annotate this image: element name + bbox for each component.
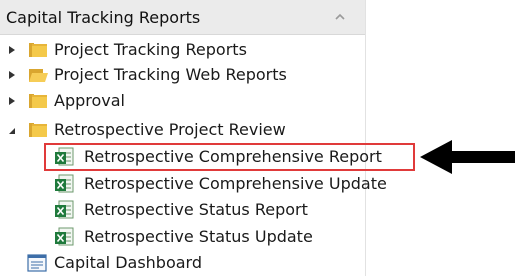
expand-arrow-icon[interactable] xyxy=(7,96,17,106)
tree-item-retrospective-status-update[interactable]: Retrospective Status Update xyxy=(0,225,365,249)
chevron-up-icon[interactable] xyxy=(333,12,347,22)
tree-item-label: Retrospective Status Update xyxy=(84,227,313,246)
dashboard-icon xyxy=(27,254,47,272)
tree-item-label: Retrospective Project Review xyxy=(54,120,286,139)
expand-arrow-icon[interactable] xyxy=(7,70,17,80)
tree-item-label: Capital Dashboard xyxy=(54,253,202,272)
tree-item-label: Project Tracking Web Reports xyxy=(54,65,287,84)
tree-item-retrospective-status-report[interactable]: Retrospective Status Report xyxy=(0,198,365,222)
expand-arrow-icon[interactable] xyxy=(7,45,17,55)
tree-item-capital-dashboard[interactable]: Capital Dashboard xyxy=(0,251,365,275)
black-arrow-left-icon xyxy=(420,140,515,174)
folder-icon xyxy=(29,94,47,108)
highlight-box xyxy=(44,143,415,171)
folder-open-icon xyxy=(29,69,48,82)
tree-item-retrospective-comprehensive-update[interactable]: Retrospective Comprehensive Update xyxy=(0,172,387,196)
folder-icon xyxy=(29,123,47,137)
excel-report-icon xyxy=(55,227,74,246)
panel-title: Capital Tracking Reports xyxy=(6,8,201,27)
tree-item-label: Retrospective Comprehensive Update xyxy=(84,174,387,193)
tree-item-label: Approval xyxy=(54,91,125,110)
tree-item-retrospective-project-review[interactable]: Retrospective Project Review xyxy=(0,118,365,142)
tree-item-approval[interactable]: Approval xyxy=(0,89,365,113)
tree-item-label: Retrospective Status Report xyxy=(84,200,308,219)
tree-item-project-tracking-web-reports[interactable]: Project Tracking Web Reports xyxy=(0,63,365,87)
report-tree-panel: Capital Tracking Reports Project Trackin… xyxy=(0,0,387,276)
excel-report-icon xyxy=(55,174,74,193)
tree-item-project-tracking-reports[interactable]: Project Tracking Reports xyxy=(0,38,365,62)
folder-icon xyxy=(29,43,47,57)
panel-header[interactable]: Capital Tracking Reports xyxy=(0,0,365,35)
excel-report-icon xyxy=(55,200,74,219)
tree-item-label: Project Tracking Reports xyxy=(54,40,247,59)
collapse-arrow-icon[interactable] xyxy=(7,126,17,136)
